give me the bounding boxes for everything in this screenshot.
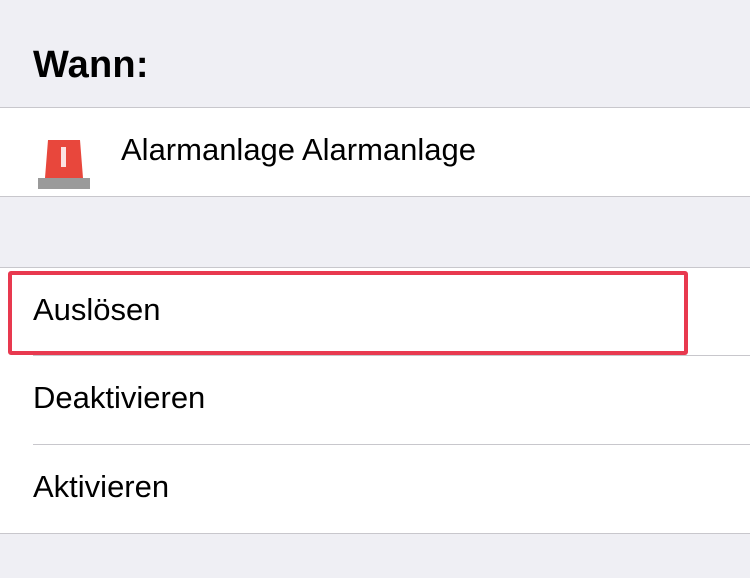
action-list: Auslösen Deaktivieren Aktivieren xyxy=(0,268,750,533)
page-title: Wann: xyxy=(33,44,149,86)
section-gap xyxy=(0,197,750,267)
device-label: Alarmanlage Alarmanlage xyxy=(121,132,476,167)
siren-icon xyxy=(38,140,90,189)
action-deactivate[interactable]: Deaktivieren xyxy=(0,356,750,444)
section-header: Wann: xyxy=(0,0,750,108)
action-label: Auslösen xyxy=(33,292,161,327)
action-label: Aktivieren xyxy=(33,469,170,504)
divider xyxy=(0,533,750,534)
action-trigger[interactable]: Auslösen xyxy=(0,268,750,356)
action-label: Deaktivieren xyxy=(33,380,206,415)
device-row[interactable]: Alarmanlage Alarmanlage xyxy=(0,108,750,196)
action-activate[interactable]: Aktivieren xyxy=(0,445,750,533)
